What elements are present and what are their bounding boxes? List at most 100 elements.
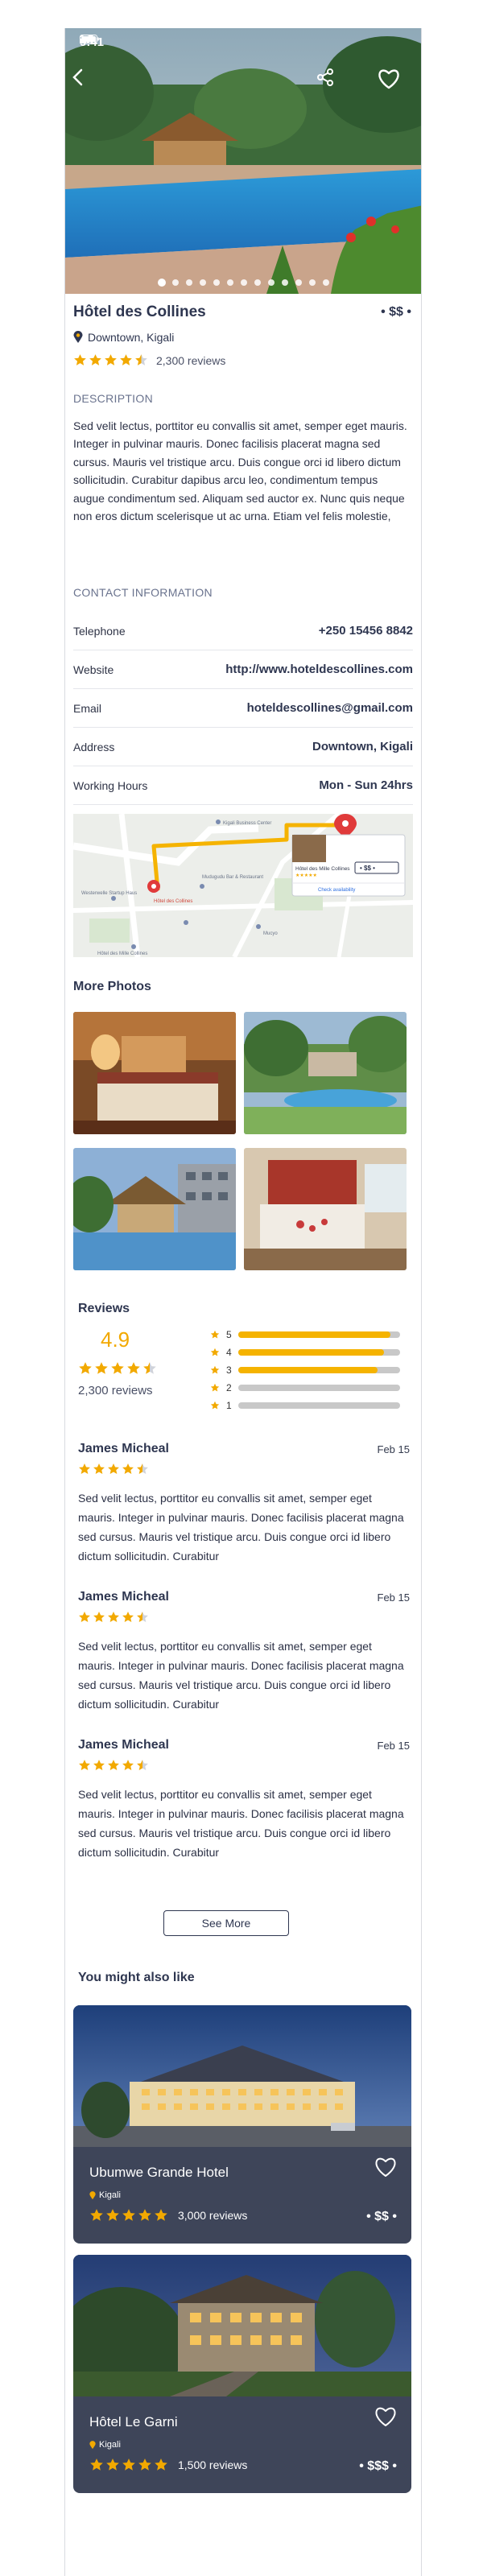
- carousel-dot[interactable]: [159, 279, 165, 286]
- carousel-dot[interactable]: [282, 279, 288, 286]
- card-hotel-name: Hôtel Le Garni: [89, 2414, 178, 2429]
- heart-icon: [378, 69, 399, 89]
- carousel-dot[interactable]: [254, 279, 261, 286]
- review-stars: [78, 1759, 410, 1772]
- favorite-button[interactable]: [378, 68, 402, 93]
- rating-bar-label: 3: [226, 1364, 232, 1376]
- contact-key: Address: [73, 740, 115, 753]
- photo-thumbnail-garden-pool[interactable]: [244, 1012, 407, 1134]
- star-icon: [108, 1612, 119, 1622]
- battery-icon: [80, 35, 99, 43]
- popup-cta[interactable]: Check availability: [318, 888, 355, 893]
- email-link[interactable]: hoteldescollines@gmail.com: [247, 701, 413, 715]
- suite-photo: [244, 1148, 407, 1270]
- carousel-dot[interactable]: [323, 279, 329, 286]
- average-rating-stars: [78, 1361, 157, 1376]
- contact-row-website[interactable]: Website http://www.hoteldescollines.com: [73, 650, 413, 689]
- rating-bar-fill: [237, 1331, 390, 1338]
- star-icon: [210, 1348, 220, 1356]
- star-icon: [210, 1330, 220, 1339]
- address-value: Downtown, Kigali: [312, 740, 413, 753]
- review-text: Sed velit lectus, porttitor eu convallis…: [78, 1788, 404, 1859]
- card-price-level: • $$ •: [366, 2210, 397, 2223]
- star-icon: [137, 1612, 148, 1622]
- card-favorite-button[interactable]: [374, 2406, 397, 2431]
- contact-label: CONTACT INFORMATION: [73, 586, 213, 599]
- star-icon: [122, 1760, 134, 1770]
- card-favorite-button[interactable]: [374, 2157, 397, 2182]
- review-author[interactable]: James Micheal: [78, 1442, 169, 1456]
- star-icon: [108, 1463, 119, 1474]
- contact-info-table: Telephone +250 15456 8842 Website http:/…: [73, 612, 413, 805]
- exterior-photo: [73, 1148, 236, 1270]
- review-author[interactable]: James Micheal: [78, 1590, 169, 1604]
- star-icon: [79, 1612, 90, 1622]
- carousel-dot[interactable]: [172, 279, 179, 286]
- star-icon: [120, 354, 132, 365]
- carousel-dot[interactable]: [295, 279, 302, 286]
- hotel-card-photo: [73, 2255, 411, 2396]
- location-map[interactable]: Kigali Business Center Westerwelle Start…: [73, 814, 413, 957]
- hero-photo-pool: [65, 28, 421, 294]
- heart-icon: [375, 2157, 396, 2177]
- carousel-dot[interactable]: [227, 279, 233, 286]
- hotel-rating[interactable]: 2,300 reviews: [73, 353, 225, 367]
- card-location-text: Kigali: [99, 2440, 121, 2450]
- rating-bar-fill: [237, 1367, 378, 1373]
- star-icon: [111, 1362, 124, 1374]
- star-icon: [135, 354, 147, 365]
- review-date: Feb 15: [377, 1443, 410, 1455]
- star-icon: [106, 2458, 119, 2471]
- star-icon: [106, 2209, 119, 2221]
- contact-row-address[interactable]: Address Downtown, Kigali: [73, 728, 413, 766]
- rating-bar-label: 2: [226, 1382, 232, 1393]
- see-more-reviews-button[interactable]: See More: [163, 1910, 289, 1936]
- rating-bar-track: [237, 1402, 400, 1409]
- map-pin-icon: [89, 2440, 96, 2449]
- carousel-dot[interactable]: [268, 279, 275, 286]
- rating-bar-track: [237, 1331, 400, 1338]
- hero-image-carousel[interactable]: 9:41: [65, 28, 421, 294]
- photo-thumbnail-suite[interactable]: [244, 1148, 407, 1270]
- carousel-dot[interactable]: [186, 279, 192, 286]
- star-icon: [79, 1362, 92, 1374]
- telephone-value[interactable]: +250 15456 8842: [319, 624, 413, 638]
- star-icon: [122, 2458, 135, 2471]
- website-link[interactable]: http://www.hoteldescollines.com: [225, 663, 413, 676]
- card-rating-stars: [89, 2458, 168, 2472]
- carousel-pagination[interactable]: [65, 279, 421, 286]
- recommended-hotel-card[interactable]: Ubumwe Grande Hotel Kigali 3,000 reviews…: [73, 2005, 411, 2244]
- star-icon: [79, 1463, 90, 1474]
- star-icon: [127, 1362, 140, 1374]
- svg-text:★★★★★: ★★★★★: [295, 873, 317, 878]
- card-reviews-count: 3,000 reviews: [178, 2209, 248, 2222]
- contact-row-telephone[interactable]: Telephone +250 15456 8842: [73, 612, 413, 650]
- card-rating: 3,000 reviews: [89, 2208, 247, 2223]
- share-button[interactable]: [316, 68, 341, 93]
- carousel-dot[interactable]: [309, 279, 316, 286]
- back-button[interactable]: [72, 68, 96, 93]
- photo-thumbnail-exterior[interactable]: [73, 1148, 236, 1270]
- reviews-count: 2,300 reviews: [156, 353, 226, 367]
- star-icon: [210, 1401, 220, 1410]
- carousel-dot[interactable]: [213, 279, 220, 286]
- photo-thumbnail-bedroom[interactable]: [73, 1012, 236, 1134]
- map-hotel-popup[interactable]: Hôtel des Mille Collines ★★★★★ • $$ • Ch…: [291, 834, 406, 897]
- reviews-total-count: 2,300 reviews: [78, 1384, 153, 1397]
- contact-key: Working Hours: [73, 778, 148, 792]
- reviews-title: Reviews: [78, 1302, 130, 1315]
- carousel-dot[interactable]: [241, 279, 247, 286]
- map-label: Mudugudu Bar & Restaurant: [202, 875, 263, 880]
- map-label: Hôtel des Collines: [154, 899, 192, 904]
- contact-row-email[interactable]: Email hoteldescollines@gmail.com: [73, 689, 413, 728]
- carousel-dot[interactable]: [200, 279, 206, 286]
- share-icon: [317, 68, 333, 86]
- popup-title: Hôtel des Mille Collines: [295, 866, 350, 872]
- contact-key: Email: [73, 701, 102, 715]
- review-text: Sed velit lectus, porttitor eu convallis…: [78, 1492, 404, 1563]
- star-icon: [138, 2209, 151, 2221]
- rating-bar-row: 2: [210, 1379, 400, 1397]
- card-location: Kigali: [89, 2190, 121, 2200]
- recommended-hotel-card[interactable]: Hôtel Le Garni Kigali 1,500 reviews • $$…: [73, 2255, 411, 2493]
- review-author[interactable]: James Micheal: [78, 1738, 169, 1752]
